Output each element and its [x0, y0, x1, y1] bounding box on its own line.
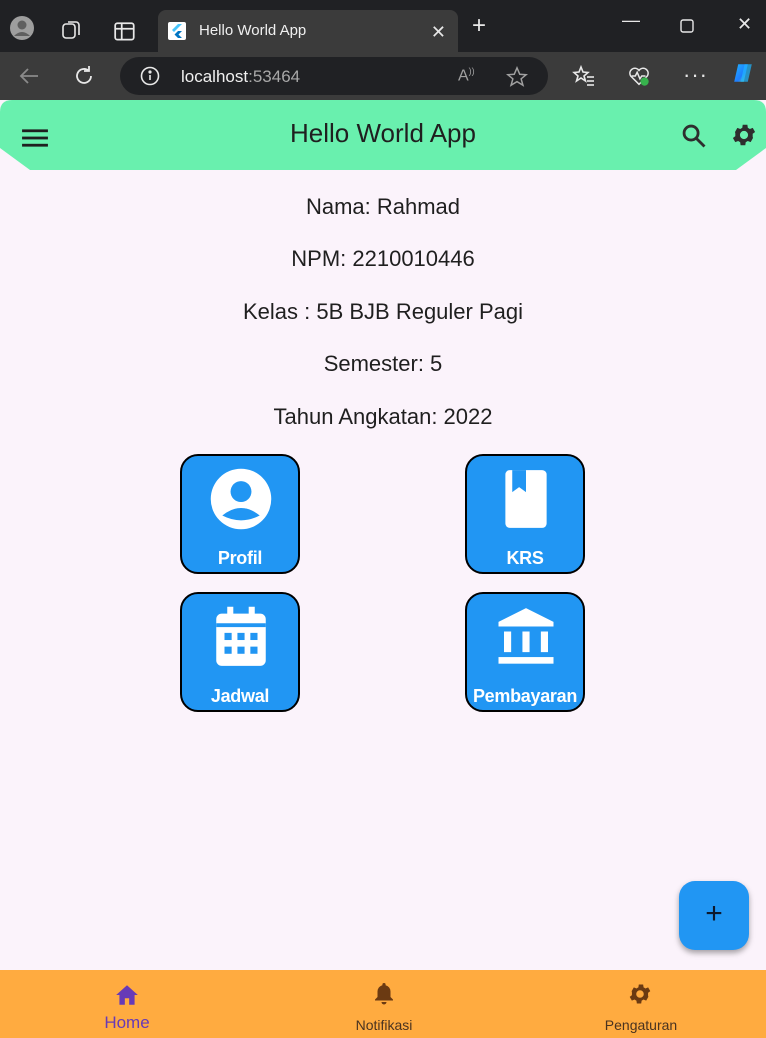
book-icon [505, 470, 547, 528]
add-icon: + [705, 897, 723, 930]
menu-tile-label: Profil [217, 548, 263, 568]
settings-icon [629, 984, 651, 1004]
home-icon [116, 985, 138, 1005]
menu-tile-label: Jadwal [210, 686, 270, 706]
bottom-nav-label: Pengaturan [604, 1017, 678, 1033]
profile-avatar-icon[interactable] [10, 16, 34, 40]
favorites-list-icon[interactable] [572, 64, 596, 88]
read-aloud-icon[interactable]: A)) [458, 66, 475, 85]
bottom-navigation-bar: Home Notifikasi Pengaturan [0, 970, 766, 1038]
favorite-star-icon[interactable] [506, 66, 528, 88]
vertical-tabs-icon[interactable] [113, 20, 137, 44]
app-bar: Hello World App [0, 100, 766, 170]
bank-icon [498, 608, 554, 664]
menu-tile-jadwal[interactable]: Jadwal [180, 592, 300, 712]
more-options-icon[interactable]: ··· [683, 62, 708, 88]
info-nama: Nama: Rahmad [305, 194, 461, 219]
calendar-icon [216, 606, 266, 666]
browser-address-bar: localhost:53464 A)) ··· [0, 52, 766, 100]
bottom-nav-notifikasi[interactable]: Notifikasi [284, 970, 484, 1038]
copilot-icon[interactable] [731, 61, 755, 85]
tab-close-icon[interactable]: ✕ [431, 22, 446, 43]
browser-essentials-icon[interactable] [627, 64, 651, 88]
bottom-nav-label: Notifikasi [355, 1017, 413, 1033]
info-kelas: Kelas : 5B BJB Reguler Pagi [242, 299, 524, 324]
menu-tile-profil[interactable]: Profil [180, 454, 300, 574]
url-field[interactable]: localhost:53464 A)) [120, 57, 548, 95]
new-tab-icon[interactable]: + [472, 14, 486, 38]
account-circle-icon [210, 468, 272, 530]
url-text: localhost:53464 [181, 67, 301, 86]
menu-tile-pembayaran[interactable]: Pembayaran [465, 592, 585, 712]
bell-icon [375, 983, 393, 1005]
add-fab-button[interactable]: + [679, 881, 749, 950]
browser-tab-bar: Hello World App ✕ + — ✕ [0, 0, 766, 52]
info-tahun-angkatan: Tahun Angkatan: 2022 [273, 404, 493, 429]
bottom-nav-pengaturan[interactable]: Pengaturan [541, 970, 741, 1038]
bottom-nav-home[interactable]: Home [27, 970, 227, 1038]
settings-icon[interactable] [730, 121, 758, 149]
info-semester: Semester: 5 [323, 351, 443, 376]
menu-tile-krs[interactable]: KRS [465, 454, 585, 574]
refresh-icon[interactable] [72, 64, 96, 88]
search-icon[interactable] [680, 122, 708, 150]
tab-title: Hello World App [199, 22, 307, 39]
flutter-logo-icon [168, 22, 186, 40]
maximize-icon[interactable] [680, 19, 694, 33]
bottom-nav-label: Home [104, 1013, 150, 1032]
window-close-icon[interactable]: ✕ [737, 14, 752, 35]
back-arrow-icon[interactable] [17, 64, 41, 88]
menu-tile-label: Pembayaran [472, 686, 578, 706]
minimize-icon[interactable]: — [622, 10, 640, 31]
app-title: Hello World App [290, 118, 476, 148]
browser-tab-active[interactable]: Hello World App ✕ [158, 10, 458, 52]
info-npm: NPM: 2210010446 [291, 246, 475, 271]
site-info-icon[interactable] [140, 66, 160, 86]
menu-tile-label: KRS [506, 548, 544, 568]
workspaces-icon[interactable] [60, 18, 84, 42]
